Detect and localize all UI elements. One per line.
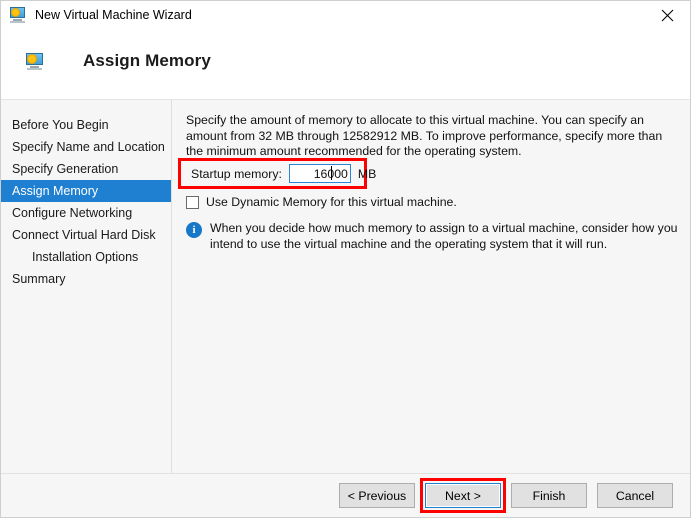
wizard-body: Before You Begin Specify Name and Locati…	[1, 100, 690, 475]
startup-memory-input[interactable]	[288, 164, 351, 183]
info-note-text: When you decide how much memory to assig…	[210, 221, 678, 251]
cancel-button[interactable]: Cancel	[597, 483, 673, 508]
sidebar-item-before-you-begin[interactable]: Before You Begin	[1, 114, 171, 136]
next-button[interactable]: Next >	[425, 483, 501, 508]
startup-memory-unit: MB	[357, 166, 377, 181]
sidebar-item-assign-memory[interactable]: Assign Memory	[1, 180, 171, 202]
finish-button[interactable]: Finish	[511, 483, 587, 508]
page-title: Assign Memory	[83, 51, 211, 70]
sidebar-item-specify-generation[interactable]: Specify Generation	[1, 158, 171, 180]
previous-button[interactable]: < Previous	[339, 483, 415, 508]
info-icon: i	[186, 222, 202, 238]
dynamic-memory-row[interactable]: Use Dynamic Memory for this virtual mach…	[186, 195, 457, 209]
window-title: New Virtual Machine Wizard	[35, 7, 192, 22]
startup-memory-row: Startup memory: MB	[191, 164, 376, 183]
sidebar-item-configure-networking[interactable]: Configure Networking	[1, 202, 171, 224]
footer-button-row: < Previous Next > Finish Cancel	[339, 478, 673, 513]
intro-text: Specify the amount of memory to allocate…	[186, 113, 663, 158]
wizard-footer: < Previous Next > Finish Cancel	[1, 473, 690, 517]
wizard-steps-sidebar: Before You Begin Specify Name and Locati…	[1, 100, 172, 475]
dynamic-memory-label: Use Dynamic Memory for this virtual mach…	[206, 195, 457, 209]
sidebar-item-installation-options[interactable]: Installation Options	[1, 246, 171, 268]
sidebar-item-summary[interactable]: Summary	[1, 268, 171, 290]
sidebar-item-connect-virtual-hard-disk[interactable]: Connect Virtual Hard Disk	[1, 224, 171, 246]
dynamic-memory-checkbox[interactable]	[186, 195, 199, 209]
page-header: Assign Memory	[1, 29, 690, 100]
virtual-machine-icon	[25, 53, 45, 71]
close-button[interactable]	[645, 1, 690, 29]
sidebar-item-specify-name-and-location[interactable]: Specify Name and Location	[1, 136, 171, 158]
next-button-wrapper: Next >	[420, 478, 506, 513]
virtual-machine-icon	[9, 7, 27, 23]
info-note: i When you decide how much memory to ass…	[186, 221, 678, 252]
startup-memory-label: Startup memory:	[191, 166, 282, 181]
text-caret	[331, 166, 332, 180]
wizard-content: Specify the amount of memory to allocate…	[173, 100, 690, 475]
title-bar: New Virtual Machine Wizard	[1, 1, 690, 29]
wizard-window: New Virtual Machine Wizard Assign Memory…	[0, 0, 691, 518]
